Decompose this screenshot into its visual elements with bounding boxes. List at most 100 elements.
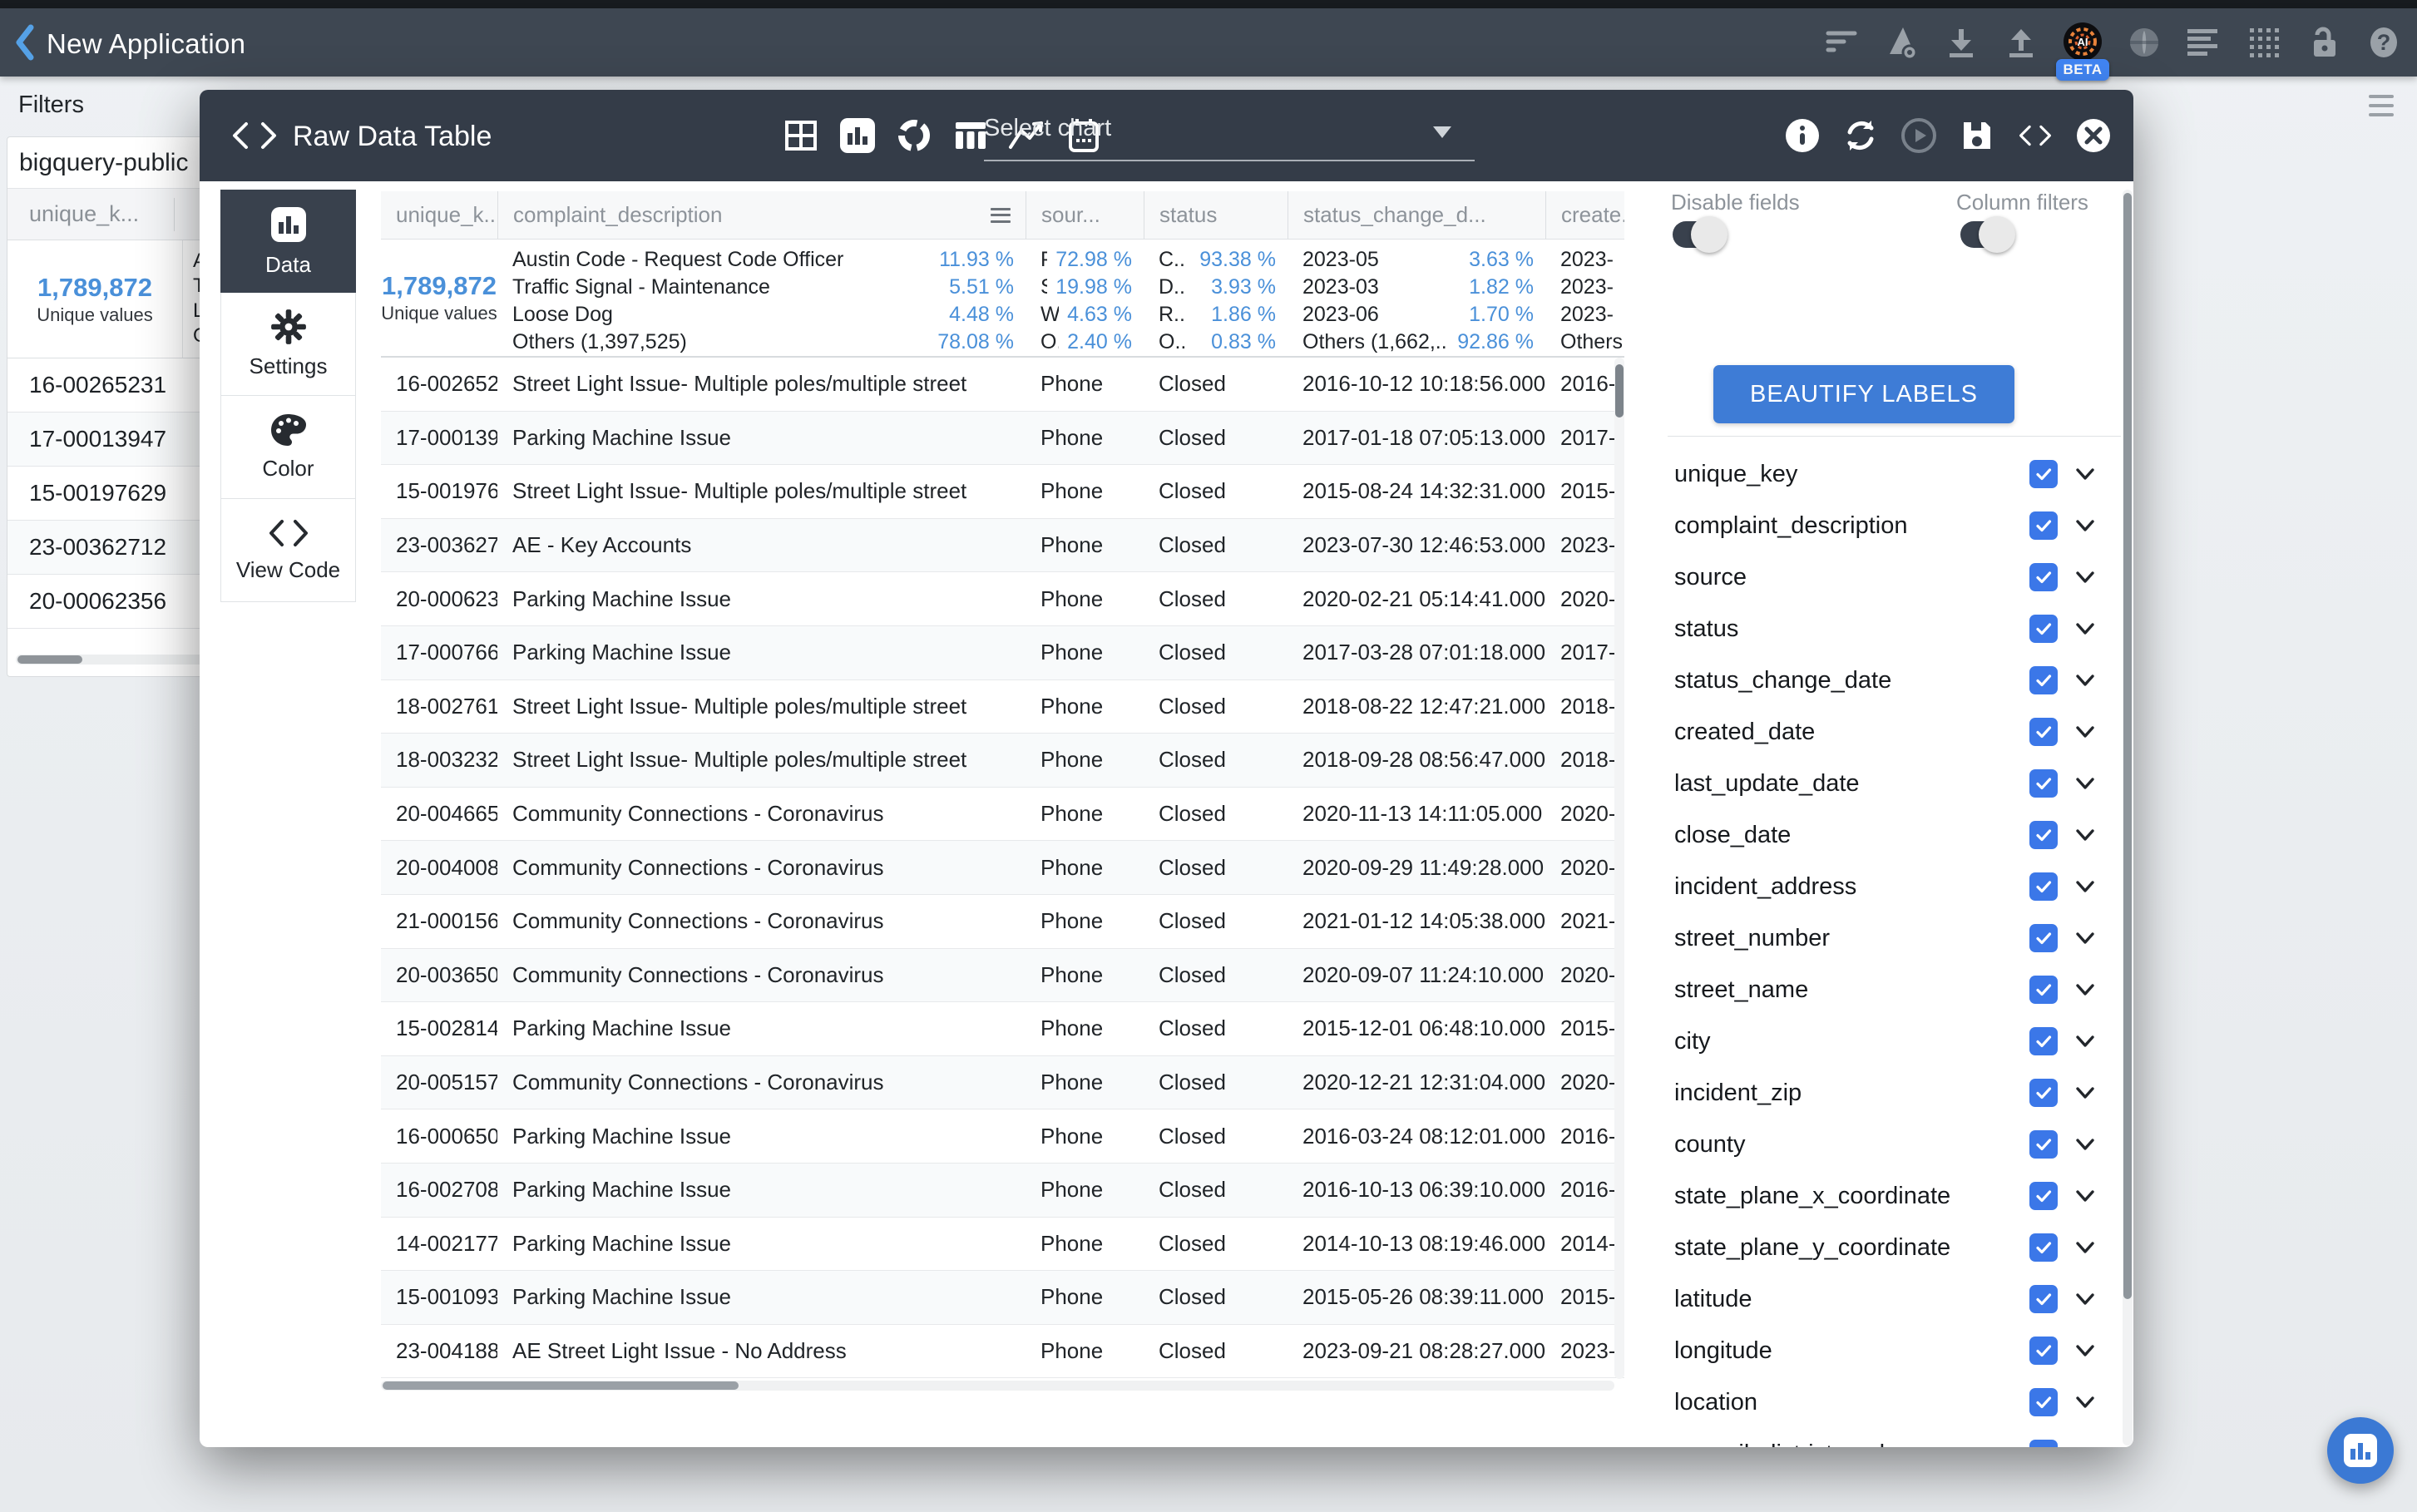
grid-icon[interactable] [2246, 24, 2282, 61]
field-checkbox[interactable] [2029, 666, 2058, 694]
table-row[interactable]: 15-00197629 Street Light Issue- Multiple… [381, 465, 1624, 519]
field-checkbox[interactable] [2029, 718, 2058, 746]
play-icon[interactable] [1900, 117, 1937, 154]
field-expand-chevron[interactable] [2071, 1285, 2099, 1313]
table-vscrollbar[interactable] [1614, 358, 1624, 1379]
field-expand-chevron[interactable] [2071, 1388, 2099, 1416]
hamburger-menu-icon[interactable] [2369, 95, 2394, 116]
field-expand-chevron[interactable] [2071, 1027, 2099, 1055]
lock-icon[interactable] [2306, 24, 2342, 61]
back-button[interactable] [8, 20, 42, 65]
table-row[interactable]: 21-00015663 Community Connections - Coro… [381, 895, 1624, 949]
legend-icon[interactable] [2186, 24, 2222, 61]
field-expand-chevron[interactable] [2071, 924, 2099, 952]
ai-assistant-button[interactable]: AI BETA [2063, 24, 2103, 61]
field-expand-chevron[interactable] [2071, 718, 2099, 746]
field-expand-chevron[interactable] [2071, 615, 2099, 643]
filter-hscrollbar-thumb[interactable] [17, 655, 82, 664]
field-checkbox[interactable] [2029, 1079, 2058, 1107]
field-checkbox[interactable] [2029, 976, 2058, 1004]
bar-chart-icon[interactable] [838, 116, 877, 155]
table-row[interactable]: 17-00076665 Parking Machine Issue Phone … [381, 626, 1624, 680]
field-checkbox[interactable] [2029, 1337, 2058, 1365]
save-icon[interactable] [1959, 117, 1995, 154]
filter-column-header[interactable]: unique_k... [7, 201, 174, 227]
disable-fields-toggle[interactable] [1673, 221, 1721, 248]
field-checkbox[interactable] [2029, 563, 2058, 591]
close-icon[interactable] [2075, 117, 2112, 154]
download-icon[interactable] [1943, 24, 1980, 61]
panel-scrollbar[interactable] [2123, 190, 2133, 1445]
field-checkbox[interactable] [2029, 769, 2058, 798]
field-checkbox[interactable] [2029, 615, 2058, 643]
beautify-labels-button[interactable]: BEAUTIFY LABELS [1713, 365, 2014, 423]
column-menu-icon[interactable] [991, 208, 1011, 223]
filter-icon[interactable] [1823, 24, 1860, 61]
field-expand-chevron[interactable] [2071, 1440, 2099, 1447]
info-icon[interactable] [1784, 117, 1821, 154]
field-expand-chevron[interactable] [2071, 1130, 2099, 1159]
table-row[interactable]: 23-00362712 AE - Key Accounts Phone Clos… [381, 519, 1624, 573]
field-checkbox[interactable] [2029, 1233, 2058, 1262]
table-row[interactable]: 14-00217796 Parking Machine Issue Phone … [381, 1218, 1624, 1272]
field-expand-chevron[interactable] [2071, 460, 2099, 488]
table-row[interactable]: 18-00276175 Street Light Issue- Multiple… [381, 680, 1624, 734]
table-chart-icon[interactable] [782, 116, 820, 155]
field-checkbox[interactable] [2029, 924, 2058, 952]
tab-settings[interactable]: Settings [220, 293, 356, 396]
field-expand-chevron[interactable] [2071, 666, 2099, 694]
table-hscrollbar[interactable] [381, 1381, 1614, 1391]
table-vscrollbar-thumb[interactable] [1615, 364, 1624, 418]
tab-data[interactable]: Data [220, 190, 356, 293]
column-header-unique-key[interactable]: unique_k... [381, 191, 497, 239]
table-row[interactable]: 23-00418877 AE Street Light Issue - No A… [381, 1325, 1624, 1379]
table-row[interactable]: 20-00365046 Community Connections - Coro… [381, 949, 1624, 1003]
field-checkbox[interactable] [2029, 821, 2058, 849]
view-code-icon[interactable] [2017, 117, 2054, 154]
column-header-created-date[interactable]: create... [1545, 191, 1624, 239]
field-checkbox[interactable] [2029, 1285, 2058, 1313]
table-row[interactable]: 15-00281471 Parking Machine Issue Phone … [381, 1002, 1624, 1056]
table-hscrollbar-thumb[interactable] [383, 1381, 739, 1390]
field-checkbox[interactable] [2029, 872, 2058, 901]
table-row[interactable]: 20-00400861 Community Connections - Coro… [381, 841, 1624, 895]
refresh-icon[interactable] [1842, 117, 1879, 154]
help-icon[interactable]: ? [2365, 24, 2402, 61]
map-settings-icon[interactable] [1883, 24, 1920, 61]
panel-scrollbar-thumb[interactable] [2123, 193, 2132, 1299]
field-expand-chevron[interactable] [2071, 769, 2099, 798]
column-filters-toggle[interactable] [1960, 221, 2009, 248]
table-row[interactable]: 17-00013947 Parking Machine Issue Phone … [381, 412, 1624, 466]
tab-color[interactable]: Color [220, 396, 356, 499]
column-header-source[interactable]: sour... [1026, 191, 1144, 239]
field-expand-chevron[interactable] [2071, 511, 2099, 540]
column-header-status-change-date[interactable]: status_change_d... [1288, 191, 1545, 239]
select-chart-dropdown[interactable]: Select chart [984, 115, 1475, 161]
table-row[interactable]: 20-00466572 Community Connections - Coro… [381, 788, 1624, 842]
field-checkbox[interactable] [2029, 460, 2058, 488]
field-expand-chevron[interactable] [2071, 1079, 2099, 1107]
field-expand-chevron[interactable] [2071, 976, 2099, 1004]
donut-chart-icon[interactable] [895, 116, 933, 155]
upload-icon[interactable] [2003, 24, 2039, 61]
tab-view-code[interactable]: View Code [220, 499, 356, 602]
table-row[interactable]: 16-00065070 Parking Machine Issue Phone … [381, 1109, 1624, 1164]
field-checkbox[interactable] [2029, 511, 2058, 540]
table-row[interactable]: 20-00515795 Community Connections - Coro… [381, 1056, 1624, 1110]
field-checkbox[interactable] [2029, 1440, 2058, 1447]
table-row[interactable]: 16-00270851 Parking Machine Issue Phone … [381, 1164, 1624, 1218]
column-header-complaint-description[interactable]: complaint_description [497, 191, 1026, 239]
table-row[interactable]: 16-00265231 Street Light Issue- Multiple… [381, 358, 1624, 412]
globe-icon[interactable] [2126, 24, 2162, 61]
field-expand-chevron[interactable] [2071, 563, 2099, 591]
table-row[interactable]: 15-00109374 Parking Machine Issue Phone … [381, 1271, 1624, 1325]
field-checkbox[interactable] [2029, 1027, 2058, 1055]
field-checkbox[interactable] [2029, 1388, 2058, 1416]
field-expand-chevron[interactable] [2071, 821, 2099, 849]
widget-code-icon[interactable] [228, 117, 281, 158]
column-header-status[interactable]: status [1144, 191, 1288, 239]
field-checkbox[interactable] [2029, 1182, 2058, 1210]
table-row[interactable]: 18-00323299 Street Light Issue- Multiple… [381, 734, 1624, 788]
field-expand-chevron[interactable] [2071, 1337, 2099, 1365]
field-expand-chevron[interactable] [2071, 1233, 2099, 1262]
